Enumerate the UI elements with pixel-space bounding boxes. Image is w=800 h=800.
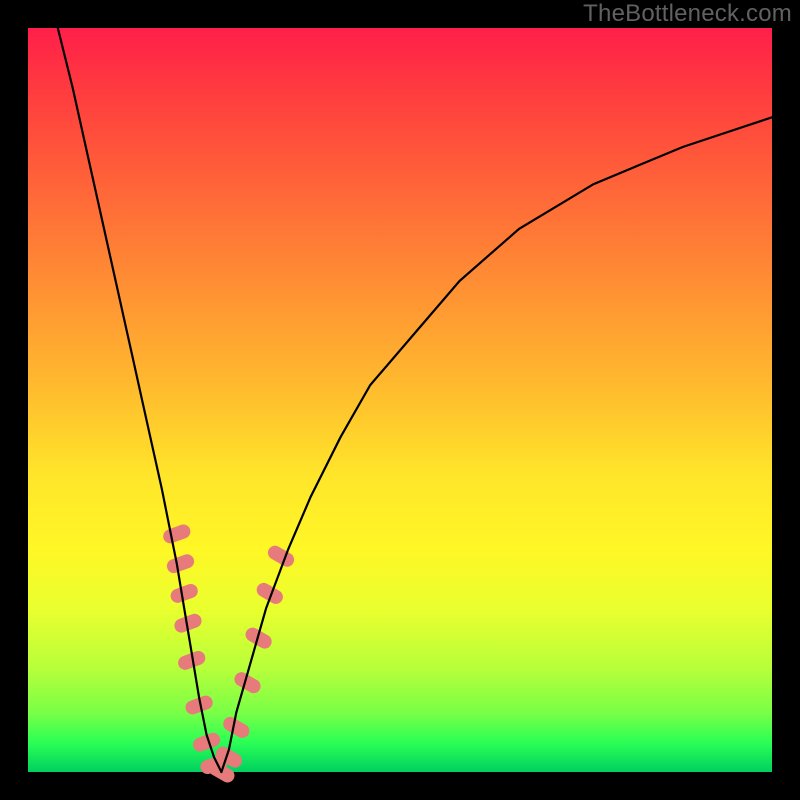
- marker-blob: [265, 543, 296, 569]
- marker-blob: [221, 714, 252, 740]
- curve-right-branch: [221, 117, 772, 772]
- outer-frame: TheBottleneck.com: [0, 0, 800, 800]
- plot-area: [28, 28, 772, 772]
- curves-svg: [28, 28, 772, 772]
- marker-blob: [161, 523, 192, 546]
- marker-blob: [169, 582, 200, 605]
- watermark-text: TheBottleneck.com: [583, 0, 792, 28]
- marker-blob: [254, 580, 285, 606]
- marker-blob: [165, 552, 196, 575]
